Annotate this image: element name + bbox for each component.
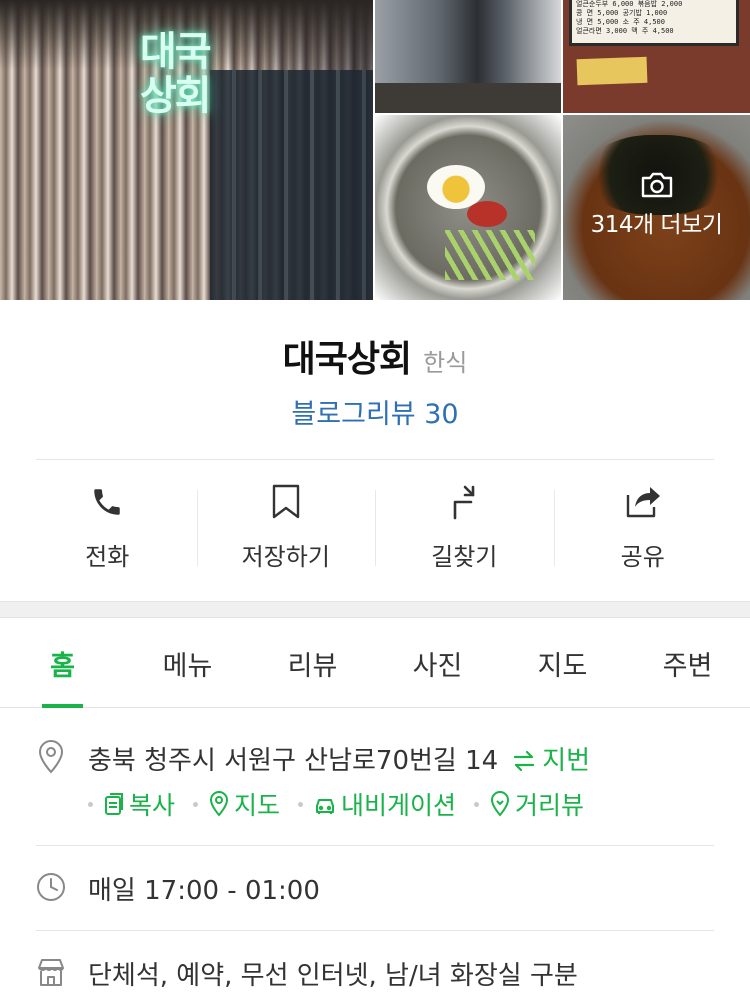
cucumber: [445, 230, 535, 280]
street-view-label: 거리뷰: [515, 791, 585, 820]
photo-floor: [375, 83, 561, 113]
hours-row: 매일 17:00 - 01:00: [36, 870, 714, 910]
neon-sign: 대국 상회: [140, 29, 212, 119]
car-icon: [316, 799, 335, 814]
menu-board-row: 냉 면 5,000 소 주 4,500: [576, 18, 665, 26]
divider: [36, 930, 714, 931]
naengmyeon-photo[interactable]: [375, 115, 561, 300]
map-label: 지도: [234, 791, 281, 820]
interior-photo[interactable]: [375, 0, 561, 113]
place-name: 대국상회: [282, 339, 412, 380]
tab-home[interactable]: 홈: [0, 618, 125, 708]
copy-label: 복사: [129, 791, 176, 820]
photo-windows: [210, 70, 373, 300]
separator-dot: [88, 801, 93, 807]
tab-map[interactable]: 지도: [500, 618, 625, 707]
menu-board-row: 얼큰라면 3,000 맥 주 4,500: [576, 27, 674, 35]
copy-address-link[interactable]: 복사: [103, 786, 175, 822]
save-button[interactable]: 저장하기: [196, 482, 376, 572]
clock-icon: [37, 873, 65, 901]
share-icon: [623, 482, 663, 522]
tab-nearby[interactable]: 주변: [625, 618, 750, 707]
action-bar: 전화 저장하기 길찾기 공유: [18, 482, 732, 572]
address-line: 충북 청주시 서원구 산남로70번길 14 지번: [88, 740, 590, 777]
directions-button[interactable]: 길찾기: [375, 482, 554, 572]
jibeon-toggle[interactable]: 지번: [512, 746, 590, 776]
phone-icon: [87, 482, 127, 522]
noodle-soup-photo[interactable]: 314개 더보기: [563, 115, 750, 300]
separator-dot: [474, 801, 480, 807]
tab-photos[interactable]: 사진: [375, 618, 500, 707]
tab-menu[interactable]: 메뉴: [125, 618, 250, 707]
navigation-label: 내비게이션: [341, 791, 457, 820]
divider: [36, 459, 714, 460]
hours-text: 매일 17:00 - 01:00: [88, 876, 320, 906]
more-photos-button[interactable]: 314개 더보기: [563, 171, 750, 239]
camera-icon: [641, 172, 672, 198]
photo-gallery: 대국 상회 얼큰순두부 6,000 볶음밥 2,000 콩 면 5,000 공기…: [0, 0, 750, 300]
location-pin-icon: [38, 740, 64, 774]
menu-board: 얼큰순두부 6,000 볶음밥 2,000 콩 면 5,000 공기밥 1,00…: [569, 0, 739, 46]
call-button[interactable]: 전화: [18, 482, 197, 572]
amenities-row: 단체석, 예약, 무선 인터넷, 남/녀 화장실 구분: [36, 955, 714, 995]
section-gap: [0, 601, 750, 618]
storefront-photo[interactable]: 대국 상회: [0, 0, 373, 300]
tab-bar: 홈 메뉴 리뷰 사진 지도 주변: [0, 618, 750, 708]
jibeon-label: 지번: [542, 746, 591, 776]
place-title-row: 대국상회 한식: [0, 330, 750, 382]
street-view-link[interactable]: 거리뷰: [489, 786, 584, 822]
store-icon: [38, 959, 64, 986]
wall-note: [576, 56, 648, 86]
map-pin-icon: [210, 791, 229, 817]
separator-dot: [298, 801, 304, 807]
swap-icon: [514, 750, 535, 772]
address-row: 충북 청주시 서원구 산남로70번길 14 지번 복사 지도 내비게이션 거리뷰: [36, 740, 714, 840]
directions-label: 길찾기: [431, 543, 498, 571]
copy-icon: [105, 793, 123, 815]
navigation-link[interactable]: 내비게이션: [313, 786, 456, 822]
share-label: 공유: [620, 543, 665, 571]
call-label: 전화: [85, 543, 130, 571]
map-link[interactable]: 지도: [208, 786, 280, 822]
divider: [36, 845, 714, 846]
menu-board-row: 콩 면 5,000 공기밥 1,000: [576, 9, 668, 17]
more-photos-label: 314개 더보기: [590, 212, 723, 238]
menu-board-photo[interactable]: 얼큰순두부 6,000 볶음밥 2,000 콩 면 5,000 공기밥 1,00…: [563, 0, 750, 113]
share-button[interactable]: 공유: [553, 482, 733, 572]
address-text: 충북 청주시 서원구 산남로70번길 14: [88, 746, 499, 776]
menu-board-row: 얼큰순두부 6,000 볶음밥 2,000: [576, 0, 683, 8]
amenities-text: 단체석, 예약, 무선 인터넷, 남/녀 화장실 구분: [88, 961, 578, 991]
street-view-icon: [491, 791, 510, 817]
sauce: [467, 201, 507, 227]
place-category: 한식: [423, 349, 468, 377]
address-actions: 복사 지도 내비게이션 거리뷰: [88, 786, 602, 822]
separator-dot: [193, 801, 199, 807]
tab-review[interactable]: 리뷰: [250, 618, 375, 707]
blog-review-link[interactable]: 블로그리뷰 30: [0, 392, 750, 431]
directions-icon: [444, 482, 484, 522]
save-label: 저장하기: [241, 543, 330, 571]
bookmark-icon: [266, 482, 306, 522]
